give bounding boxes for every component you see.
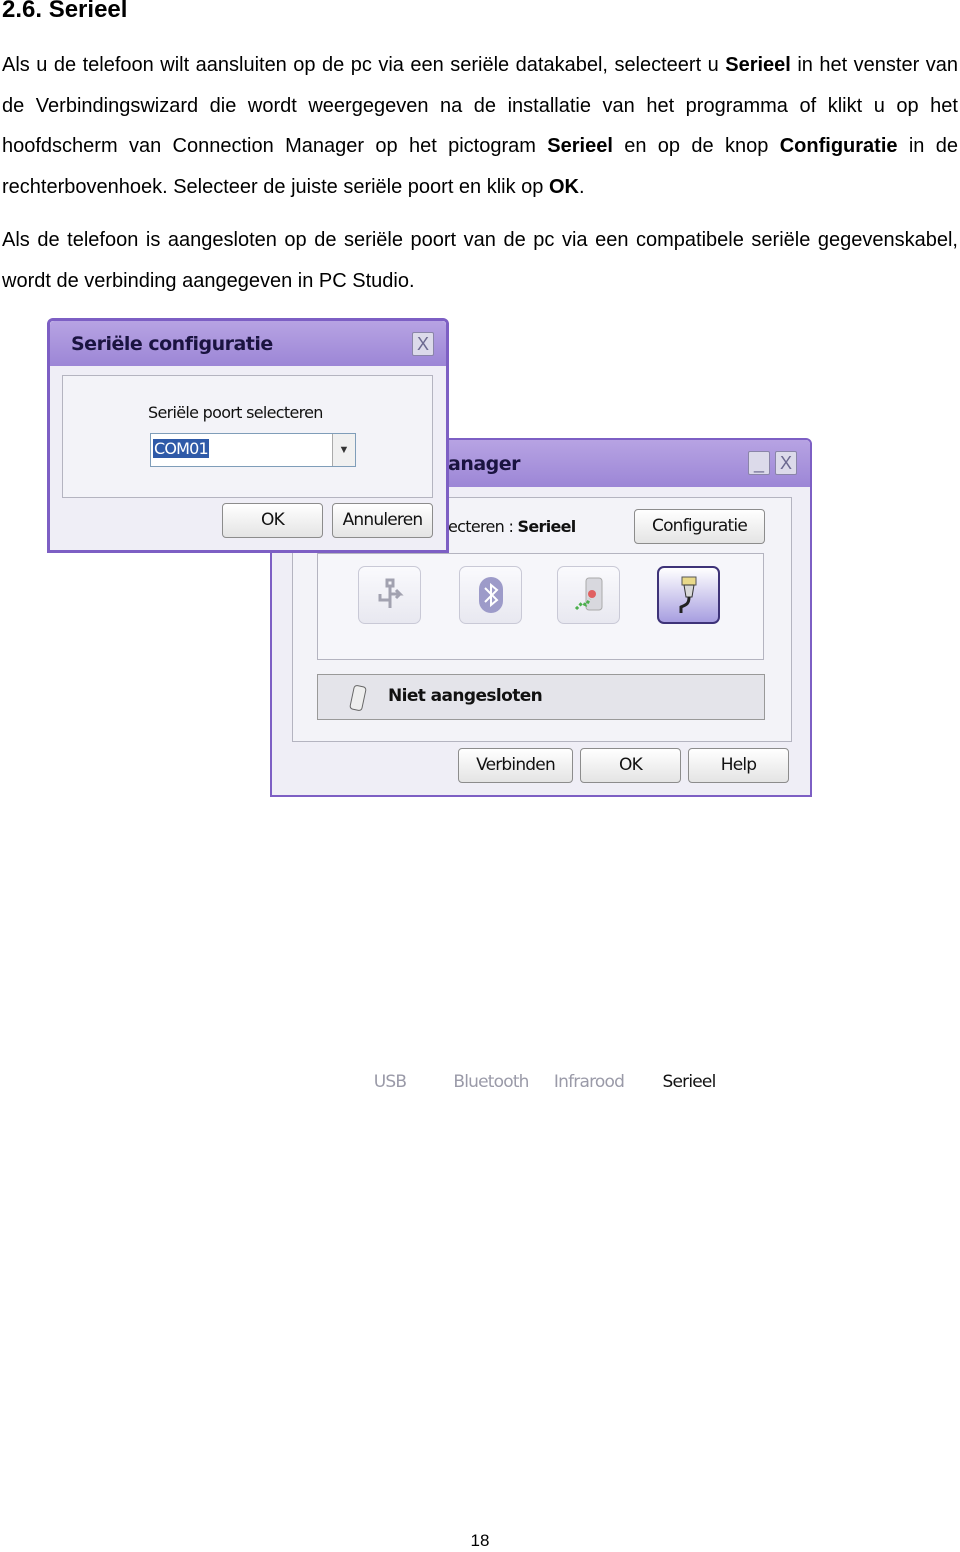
text: en op de knop xyxy=(612,135,780,157)
dialog-title: Seriële configuratie xyxy=(71,333,273,355)
label-text: ecteren : xyxy=(448,517,518,536)
bold-text: OK xyxy=(548,175,579,198)
paragraph-2: Als de telefoon is aangesloten op de ser… xyxy=(2,229,958,292)
annuleren-button[interactable]: Annuleren xyxy=(332,503,433,538)
usb-icon xyxy=(378,578,404,608)
close-button[interactable]: X xyxy=(412,332,434,356)
bold-text: Serieel xyxy=(547,135,613,157)
bluetooth-icon xyxy=(478,577,503,613)
minimize-button[interactable]: _ xyxy=(748,451,770,475)
ok-button[interactable]: OK xyxy=(222,503,323,538)
mode-infrarood-button[interactable] xyxy=(557,566,620,624)
mode-usb-button[interactable] xyxy=(358,566,421,624)
help-button[interactable]: Help xyxy=(688,748,789,783)
mode-label-bluetooth: Bluetooth xyxy=(453,1072,529,1092)
section-heading: 2.6. Serieel xyxy=(2,0,128,23)
port-select[interactable]: COM01 ▼ xyxy=(150,433,356,467)
close-button[interactable]: X xyxy=(775,451,797,475)
serial-cable-icon xyxy=(679,576,696,613)
window-title: anager xyxy=(448,453,521,475)
page-number: 18 xyxy=(470,1531,490,1550)
selected-mode: Serieel xyxy=(517,517,577,536)
text: Als u de telefoon wilt aansluiten op de … xyxy=(2,54,726,76)
bold-text: Configuratie xyxy=(779,135,898,157)
phone-icon xyxy=(349,685,367,711)
mode-label-usb: USB xyxy=(373,1072,407,1092)
mode-serieel-button[interactable] xyxy=(657,566,720,624)
paragraph-1: Als u de telefoon wilt aansluiten op de … xyxy=(2,45,958,207)
ok-button[interactable]: OK xyxy=(580,748,681,783)
mode-label-serieel: Serieel xyxy=(662,1072,716,1092)
dropdown-arrow-icon[interactable]: ▼ xyxy=(332,434,355,466)
bold-text: Serieel xyxy=(725,54,791,76)
port-label: Seriële poort selecteren xyxy=(148,403,323,422)
infrared-icon xyxy=(574,577,602,611)
connection-status: Niet aangesloten xyxy=(388,686,543,706)
verbinden-button[interactable]: Verbinden xyxy=(458,748,573,783)
port-value: COM01 xyxy=(153,439,209,458)
serial-config-dialog: Seriële configuratie X Seriële poort sel… xyxy=(47,318,449,553)
text: . xyxy=(578,175,585,198)
mode-bluetooth-button[interactable] xyxy=(459,566,522,624)
status-bar: Niet aangesloten xyxy=(317,674,765,720)
configuratie-button[interactable]: Configuratie xyxy=(634,509,765,544)
mode-select-label: ecteren : Serieel xyxy=(448,517,576,536)
mode-label-infrarood: Infrarood xyxy=(553,1072,625,1092)
